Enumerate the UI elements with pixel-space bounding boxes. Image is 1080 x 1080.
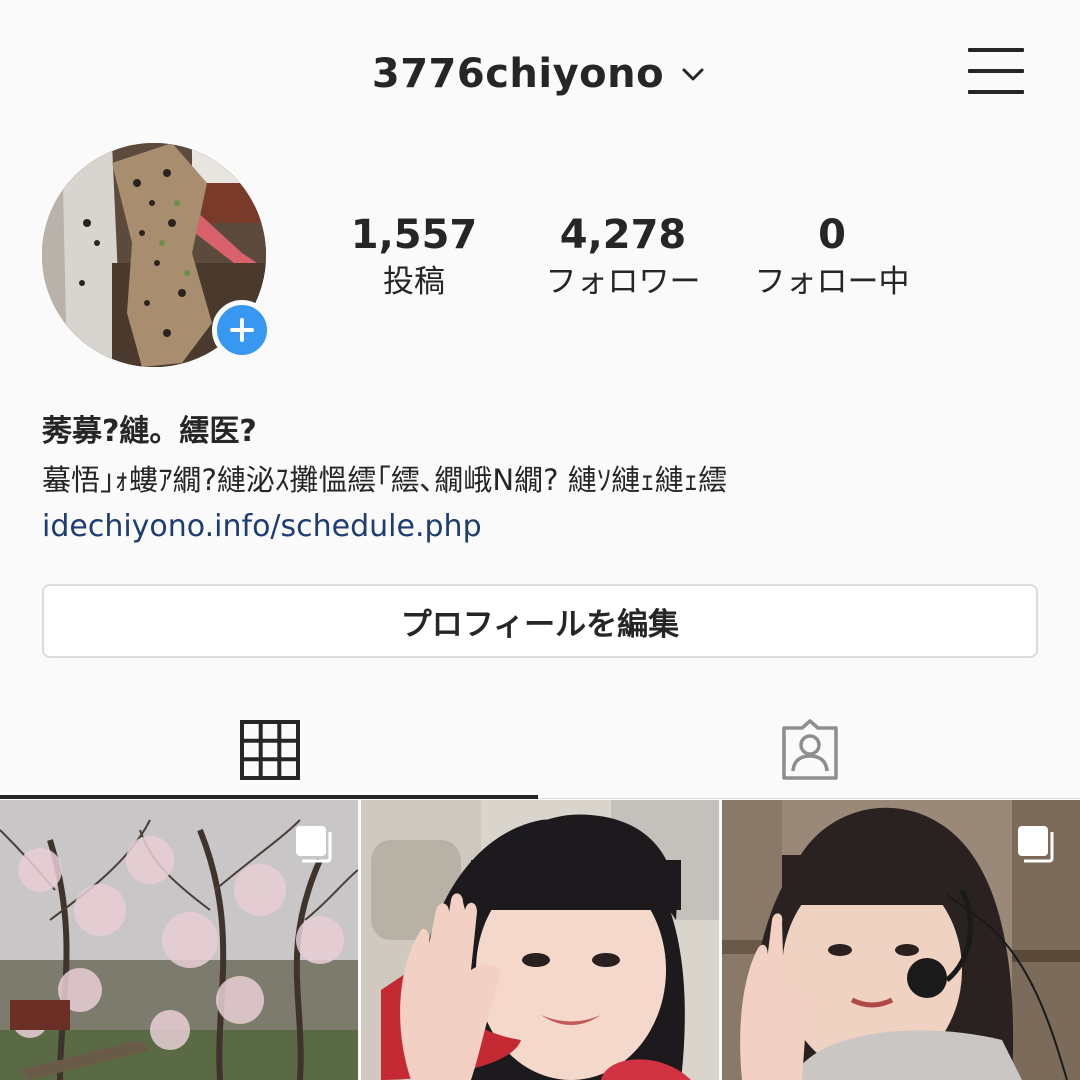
following-count: 0 <box>818 212 846 258</box>
following-label: フォロー中 <box>754 264 910 300</box>
posts-count: 1,557 <box>350 212 478 258</box>
profile-header: 3776chiyono <box>0 0 1080 140</box>
stat-following[interactable]: 0 フォロー中 <box>732 210 932 304</box>
post-thumbnail[interactable] <box>722 800 1080 1080</box>
multiple-photos-icon <box>296 826 332 863</box>
post-image-girl-waving <box>361 800 719 1080</box>
add-story-button[interactable] <box>212 300 272 360</box>
plus-icon <box>230 318 254 342</box>
stat-followers[interactable]: 4,278 フォロワー <box>523 210 723 304</box>
grid-icon <box>240 720 300 780</box>
profile-bio: 莠募?縺。繧医? 蟇悟｣ｫ螻ｱ繝?縺泌ｽ攤慍繧｢繧､繝峨Ν繝? 縺ｿ縺ｪ縺ｪ繧 … <box>42 410 1042 550</box>
stat-posts[interactable]: 1,557 投稿 <box>314 210 514 304</box>
tagged-person-icon <box>782 719 838 780</box>
active-tab-indicator <box>0 795 538 799</box>
edit-profile-button[interactable]: プロフィールを編集 <box>42 584 1038 658</box>
multiple-photos-icon <box>1018 826 1054 863</box>
tab-grid[interactable] <box>0 700 540 800</box>
posts-label: 投稿 <box>383 264 445 300</box>
followers-label: フォロワー <box>545 264 701 300</box>
display-name: 莠募?縺。繧医? <box>42 414 257 449</box>
hamburger-menu-icon[interactable] <box>968 46 1024 96</box>
tab-tagged[interactable] <box>540 700 1080 800</box>
bio-text: 蟇悟｣ｫ螻ｱ繝?縺泌ｽ攤慍繧｢繧､繝峨Ν繝? 縺ｿ縺ｪ縺ｪ繧 <box>42 463 728 497</box>
followers-count: 4,278 <box>559 212 687 258</box>
chevron-down-icon[interactable] <box>678 59 708 89</box>
post-thumbnail[interactable] <box>0 800 358 1080</box>
bio-link[interactable]: idechiyono.info/schedule.php <box>42 504 1042 550</box>
username[interactable]: 3776chiyono <box>372 51 664 97</box>
account-switcher[interactable]: 3776chiyono <box>0 44 1080 104</box>
post-thumbnail[interactable] <box>361 800 719 1080</box>
